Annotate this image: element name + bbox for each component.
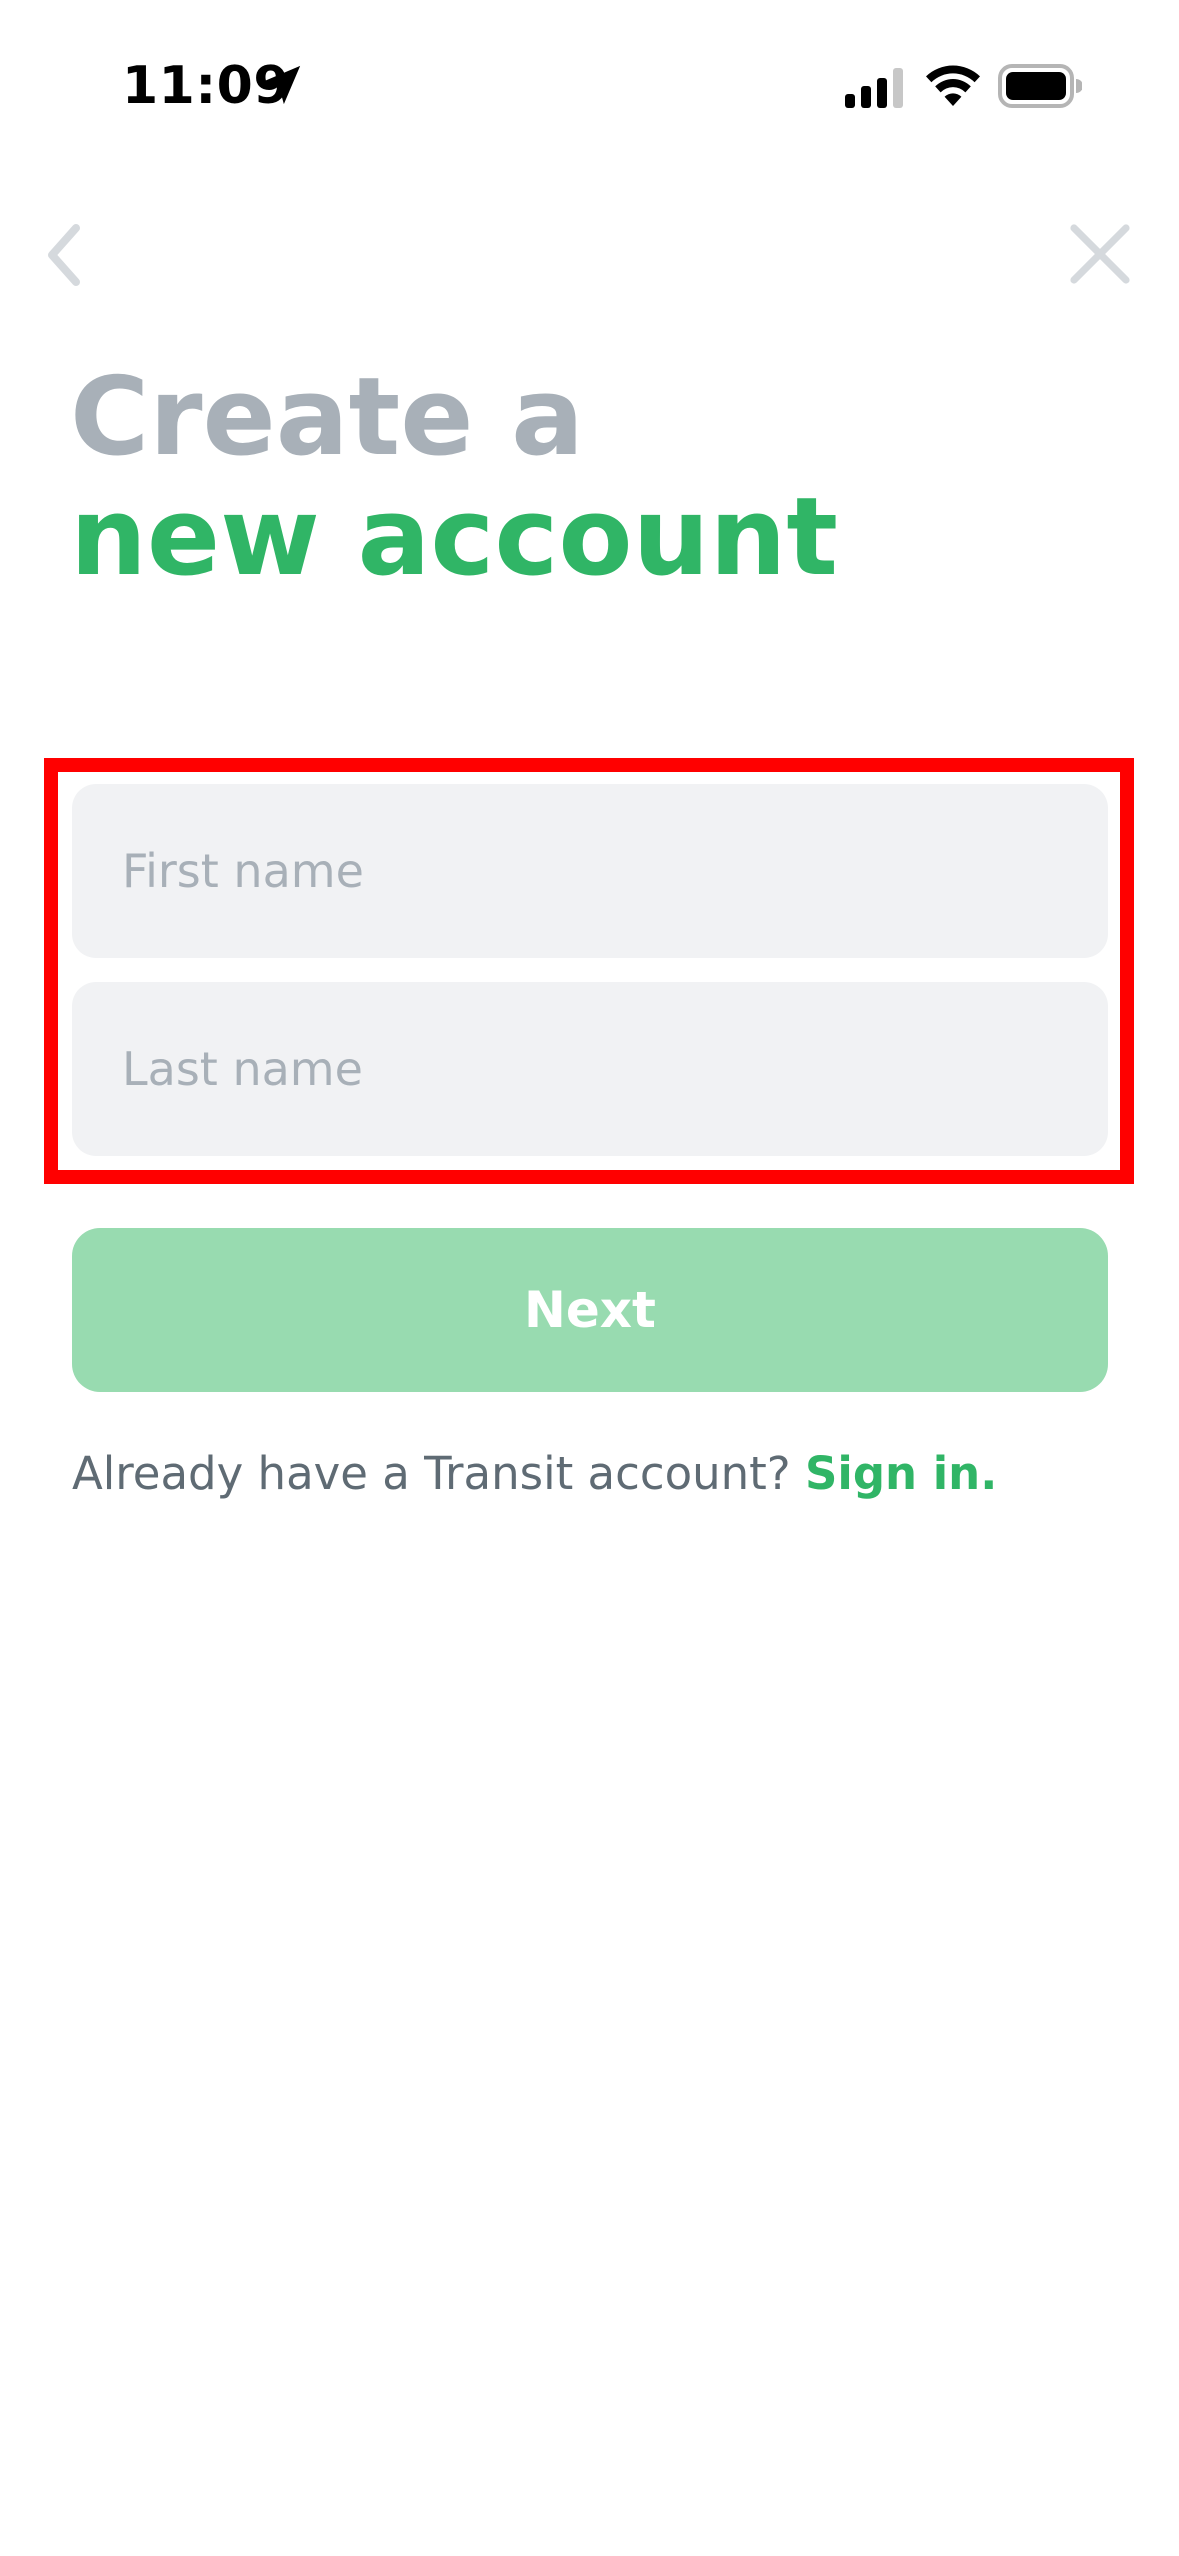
close-icon xyxy=(1070,224,1130,284)
signin-prompt-text: Already have a Transit account? xyxy=(72,1447,791,1500)
highlight-box xyxy=(44,758,1134,1184)
cellular-signal-icon xyxy=(845,68,903,108)
signin-link[interactable]: Sign in. xyxy=(805,1447,997,1500)
battery-icon xyxy=(998,64,1082,108)
back-button[interactable] xyxy=(36,220,96,290)
chevron-left-icon xyxy=(48,224,80,286)
page-title-line2: new account xyxy=(70,475,839,600)
wifi-icon xyxy=(926,65,980,106)
close-button[interactable] xyxy=(1068,222,1132,286)
signin-prompt: Already have a Transit account? Sign in. xyxy=(72,1444,997,1504)
create-account-screen: 11:09 Create a new account Next Al xyxy=(0,0,1179,2556)
page-title-line1: Create a xyxy=(70,355,585,480)
location-arrow-icon xyxy=(261,65,301,105)
next-button[interactable]: Next xyxy=(72,1228,1108,1392)
